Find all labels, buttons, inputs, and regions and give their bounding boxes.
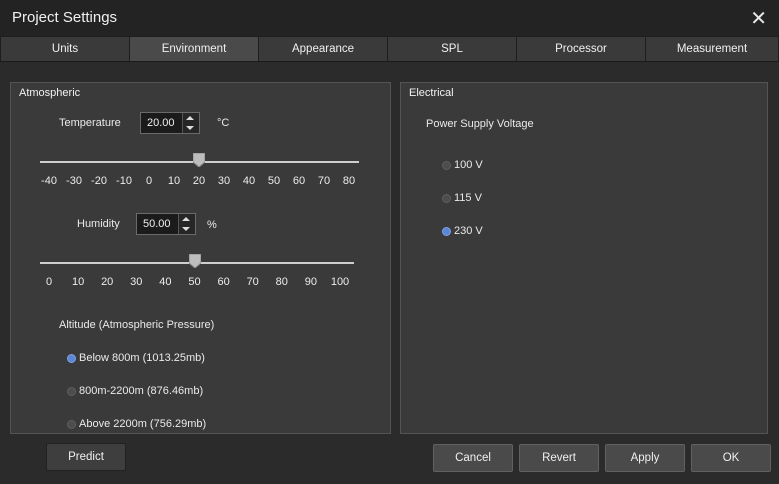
atmospheric-panel: Atmospheric Temperature 20.00 °C -40 -30-… [10,82,391,434]
temperature-slider-handle[interactable] [193,153,205,167]
tab-divider [0,61,779,62]
temperature-value[interactable]: 20.00 [147,117,175,129]
humidity-tick-label: 20 [101,276,114,288]
humidity-tick-label: 10 [71,276,85,288]
tab-appearance[interactable]: Appearance [258,36,388,61]
temperature-stepper[interactable] [182,113,199,133]
humidity-tick-label: 70 [246,276,259,288]
ok-button[interactable]: OK [691,444,771,472]
temperature-tick-label: -30 [66,175,82,187]
altitude-option-label[interactable]: Below 800m (1013.25mb) [79,352,205,364]
voltage-option-label[interactable]: 100 V [454,159,483,171]
humidity-tick-label: 100 [330,276,350,288]
electrical-panel: Electrical Power Supply Voltage 100 V 11… [400,82,768,434]
temperature-tick-label: 70 [317,175,331,187]
voltage-radio-100v[interactable] [442,161,451,170]
decrement-arrow-icon[interactable] [186,126,194,130]
temperature-spinbox[interactable]: 20.00 [140,112,200,134]
humidity-tick-label: 50 [188,276,201,288]
humidity-tick-label: 0 [45,276,53,288]
cancel-button[interactable]: Cancel [433,444,513,472]
temperature-tick-label: 40 [242,175,256,187]
tab-processor[interactable]: Processor [516,36,646,61]
humidity-label: Humidity [77,218,120,230]
humidity-tick-label: 80 [275,276,288,288]
temperature-tick-label: 0 [145,175,153,187]
temperature-tick-label: 50 [267,175,281,187]
humidity-spinbox[interactable]: 50.00 [136,213,196,235]
temperature-tick-label: 20 [192,175,206,187]
temperature-tick-label: 10 [167,175,181,187]
altitude-option-label[interactable]: Above 2200m (756.29mb) [79,418,206,430]
altitude-label: Altitude (Atmospheric Pressure) [59,319,215,331]
altitude-radio-below-800m[interactable] [67,354,76,363]
temperature-tick-label: -10 [116,175,132,187]
revert-button[interactable]: Revert [519,444,599,472]
temperature-tick-label: 60 [292,175,306,187]
humidity-value[interactable]: 50.00 [143,218,171,230]
title-bar: Project Settings ✕ [0,0,779,37]
temperature-tick-label: -40 [41,175,57,187]
window-title: Project Settings [12,9,118,26]
humidity-slider-handle[interactable] [188,254,201,268]
voltage-radio-115v[interactable] [442,194,451,203]
decrement-arrow-icon[interactable] [182,227,190,231]
tab-environment[interactable]: Environment [129,36,259,61]
temperature-tick-label: 80 [342,175,356,187]
temperature-label: Temperature [59,117,121,129]
close-icon[interactable]: ✕ [750,6,767,31]
tab-measurement[interactable]: Measurement [645,36,779,61]
humidity-tick-label: 40 [159,276,172,288]
humidity-stepper[interactable] [178,214,195,234]
voltage-radio-230v[interactable] [442,227,451,236]
temperature-unit: °C [217,117,230,129]
humidity-unit: % [207,219,217,231]
humidity-tick-label: 60 [217,276,230,288]
apply-button[interactable]: Apply [605,444,685,472]
altitude-radio-800-2200m[interactable] [67,387,76,396]
tab-units[interactable]: Units [0,36,130,61]
atmospheric-title: Atmospheric [19,87,81,99]
increment-arrow-icon[interactable] [186,116,194,120]
electrical-title: Electrical [409,87,454,99]
temperature-tick-label: 30 [217,175,231,187]
altitude-radio-above-2200m[interactable] [67,420,76,429]
tab-bar: Units Environment Appearance SPL Process… [0,36,779,62]
altitude-option-label[interactable]: 800m-2200m (876.46mb) [79,385,203,397]
humidity-tick-label: 30 [130,276,143,288]
predict-button[interactable]: Predict [46,443,126,471]
tab-spl[interactable]: SPL [387,36,517,61]
temperature-tick-label: -20 [91,175,107,187]
voltage-label: Power Supply Voltage [426,118,534,130]
voltage-option-label[interactable]: 230 V [454,225,483,237]
humidity-tick-label: 90 [304,276,318,288]
voltage-option-label[interactable]: 115 V [454,192,482,204]
increment-arrow-icon[interactable] [182,217,190,221]
